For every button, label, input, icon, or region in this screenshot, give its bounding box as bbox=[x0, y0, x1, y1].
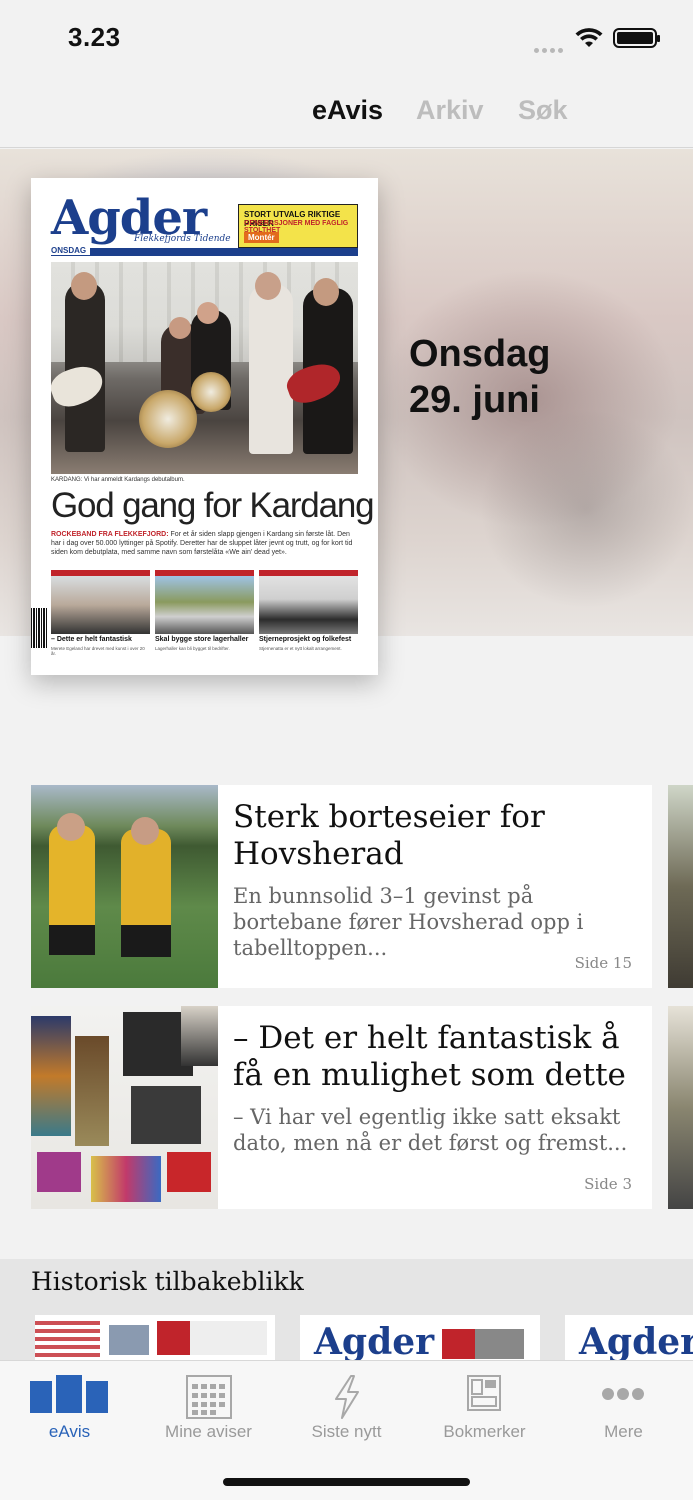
cover-thumb-title: – Dette er helt fantastisk bbox=[51, 636, 132, 643]
article-card[interactable]: – Det er helt fantastisk å få en mulighe… bbox=[31, 1006, 652, 1209]
historisk-item[interactable] bbox=[35, 1315, 275, 1360]
next-card-peek[interactable] bbox=[668, 785, 693, 988]
cover-thumbs: – Dette er helt fantastisk Merete Egelan… bbox=[51, 570, 358, 665]
edition-day: 29. juni bbox=[409, 379, 540, 421]
article-page: Side 15 bbox=[574, 954, 632, 972]
cover-thumb-snippet: Merete Egeland har drevet med kunst i ov… bbox=[51, 646, 145, 656]
cover-date-bar bbox=[51, 248, 358, 256]
historisk-masthead: Agder bbox=[314, 1321, 435, 1360]
more-icon bbox=[602, 1387, 644, 1405]
cover-thumb-title: Stjerneprosjekt og folkefest bbox=[259, 636, 352, 643]
cover-subtitle: Flekkefjords Tidende bbox=[134, 234, 231, 244]
tab-bar-bokmerker[interactable]: Bokmerker bbox=[415, 1361, 554, 1453]
cover-thumb-snippet: Stjernenatta er et nytt lokalt arrangeme… bbox=[259, 646, 342, 651]
tab-bar-siste-nytt[interactable]: Siste nytt bbox=[277, 1361, 416, 1453]
cover-thumb: – Dette er helt fantastisk Merete Egelan… bbox=[51, 570, 150, 665]
tab-bar-mere[interactable]: Mere bbox=[554, 1361, 693, 1453]
signal-icon bbox=[534, 40, 566, 58]
historisk-masthead: Agder bbox=[579, 1321, 693, 1360]
barcode bbox=[31, 608, 47, 648]
eavis-icon bbox=[30, 1375, 110, 1420]
next-card-peek[interactable] bbox=[668, 1006, 693, 1209]
cover-thumb: Skal bygge store lagerhaller Lagerhaller… bbox=[155, 570, 254, 665]
historisk-title: Historisk tilbakeblikk bbox=[31, 1267, 304, 1296]
bookmarks-icon bbox=[467, 1375, 501, 1416]
cover-thumb: Stjerneprosjekt og folkefest Stjernenatt… bbox=[259, 570, 358, 665]
tab-bar-label: eAvis bbox=[48, 1422, 91, 1441]
tab-bar-label: Mine aviser bbox=[165, 1422, 252, 1441]
cover-day: ONSDAG bbox=[51, 246, 91, 255]
article-page: Side 3 bbox=[584, 1175, 632, 1193]
article-title: – Det er helt fantastisk å få en mulighe… bbox=[233, 1020, 626, 1093]
historisk-item[interactable]: Agder bbox=[300, 1315, 540, 1360]
tab-bar-mine-aviser[interactable]: Mine aviser bbox=[139, 1361, 278, 1453]
cover-ad: STORT UTVALG RIKTIGE PRISER GENERASJONER… bbox=[238, 204, 358, 248]
article-title: Sterk borteseier for Hovsherad bbox=[233, 799, 545, 872]
cover-kicker: ROCKEBAND FRA FLEKKEFJORD: For et år sid… bbox=[51, 530, 358, 557]
tab-eavis[interactable]: eAvis bbox=[312, 95, 383, 126]
tab-arkiv[interactable]: Arkiv bbox=[416, 95, 484, 126]
tab-bar-label: Bokmerker bbox=[443, 1422, 526, 1441]
edition-date: Onsdag 29. juni bbox=[409, 331, 550, 423]
cover-thumb-title: Skal bygge store lagerhaller bbox=[155, 636, 249, 643]
historisk-item[interactable]: Agder bbox=[565, 1315, 693, 1360]
tab-bar-label: Mere bbox=[604, 1422, 643, 1441]
newspaper-cover[interactable]: Agder Flekkefjords Tidende STORT UTVALG … bbox=[31, 178, 378, 675]
historisk-section: Historisk tilbakeblikk Agder Agder bbox=[0, 1259, 693, 1360]
article-card[interactable]: Sterk borteseier for Hovsherad En bunnso… bbox=[31, 785, 652, 988]
wifi-icon bbox=[575, 27, 603, 54]
cover-photo bbox=[51, 262, 358, 474]
tab-bar-eavis[interactable]: eAvis bbox=[0, 1361, 139, 1453]
tab-bar-label: Siste nytt bbox=[311, 1422, 382, 1441]
article-image bbox=[31, 1006, 218, 1209]
tab-sok[interactable]: Søk bbox=[518, 95, 568, 126]
cover-thumb-snippet: Lagerhaller kan bli bygget til bedrifter… bbox=[155, 646, 230, 651]
top-tabs: eAvis Arkiv Søk bbox=[0, 76, 693, 148]
battery-icon bbox=[613, 28, 660, 48]
status-bar: 3.23 bbox=[0, 0, 693, 76]
article-image bbox=[31, 785, 218, 988]
cover-caption: KARDANG: Vi har anmeldt Kardangs debutal… bbox=[51, 477, 185, 483]
status-time: 3.23 bbox=[68, 22, 121, 52]
article-lead: – Vi har vel egentlig ikke satt eksakt d… bbox=[233, 1105, 628, 1155]
edition-weekday: Onsdag bbox=[409, 333, 551, 375]
lightning-icon bbox=[333, 1375, 361, 1424]
cover-headline: God gang for Kardang bbox=[51, 486, 375, 525]
grid-icon bbox=[186, 1375, 232, 1424]
home-indicator bbox=[223, 1478, 470, 1486]
article-lead: En bunnsolid 3–1 gevinst på bortebane fø… bbox=[233, 884, 584, 960]
cover-ad-brand: Montér bbox=[244, 232, 279, 243]
cover-kicker-label: ROCKEBAND FRA FLEKKEFJORD: bbox=[51, 531, 169, 538]
